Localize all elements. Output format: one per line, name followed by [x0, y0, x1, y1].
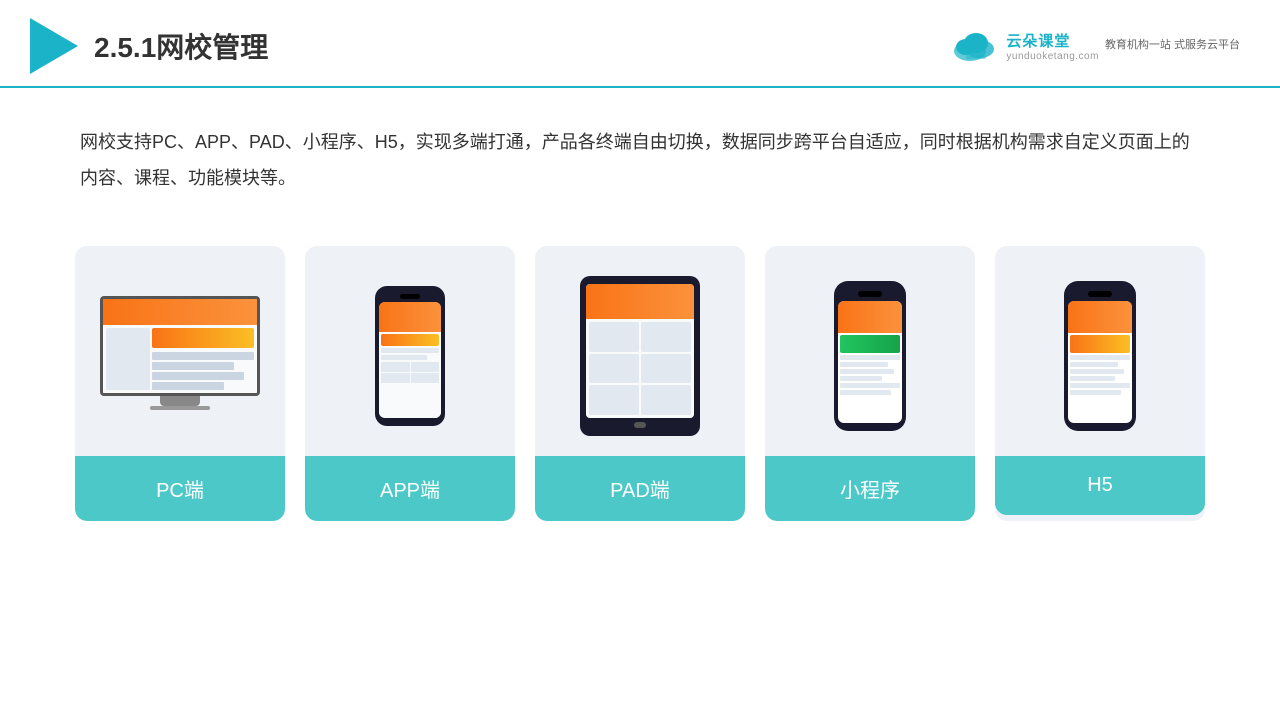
pc-monitor: [100, 296, 260, 416]
card-h5-label: H5: [995, 456, 1205, 515]
card-pc-image: [75, 246, 285, 456]
card-pad-image: [535, 246, 745, 456]
card-pc-label: PC端: [75, 456, 285, 521]
card-mini-label: 小程序: [765, 456, 975, 521]
description-text: 网校支持PC、APP、PAD、小程序、H5，实现多端打通，产品各终端自由切换，数…: [0, 88, 1280, 216]
brand-slogan: 教育机构一站 式服务云平台: [1105, 38, 1240, 53]
cloud-icon: [948, 27, 1000, 65]
header-left: 2.5.1网校管理: [30, 18, 268, 74]
card-h5: H5: [995, 246, 1205, 521]
card-mini-image: [765, 246, 975, 456]
card-mini: 小程序: [765, 246, 975, 521]
brand-text: 云朵课堂 yunduoketang.com: [1006, 30, 1099, 62]
card-app-image: [305, 246, 515, 456]
brand-url: yunduoketang.com: [1006, 51, 1099, 62]
brand-name: 云朵课堂: [1006, 30, 1070, 51]
header-right: 云朵课堂 yunduoketang.com 教育机构一站 式服务云平台: [948, 27, 1240, 65]
app-phone: [375, 286, 445, 426]
page-header: 2.5.1网校管理 云朵课堂 yunduoketang.com 教育机构一站 式…: [0, 0, 1280, 88]
page-title: 2.5.1网校管理: [94, 26, 268, 66]
mini-phone: [834, 281, 906, 431]
logo-triangle: [30, 18, 78, 74]
brand-logo: 云朵课堂 yunduoketang.com 教育机构一站 式服务云平台: [948, 27, 1240, 65]
card-pad-label: PAD端: [535, 456, 745, 521]
card-pad: PAD端: [535, 246, 745, 521]
card-pc: PC端: [75, 246, 285, 521]
cards-container: PC端: [0, 226, 1280, 541]
card-app: APP端: [305, 246, 515, 521]
description-paragraph: 网校支持PC、APP、PAD、小程序、H5，实现多端打通，产品各终端自由切换，数…: [80, 124, 1200, 196]
h5-phone: [1064, 281, 1136, 431]
pad-tablet: [580, 276, 700, 436]
card-app-label: APP端: [305, 456, 515, 521]
monitor-screen: [100, 296, 260, 396]
card-h5-image: [995, 246, 1205, 456]
